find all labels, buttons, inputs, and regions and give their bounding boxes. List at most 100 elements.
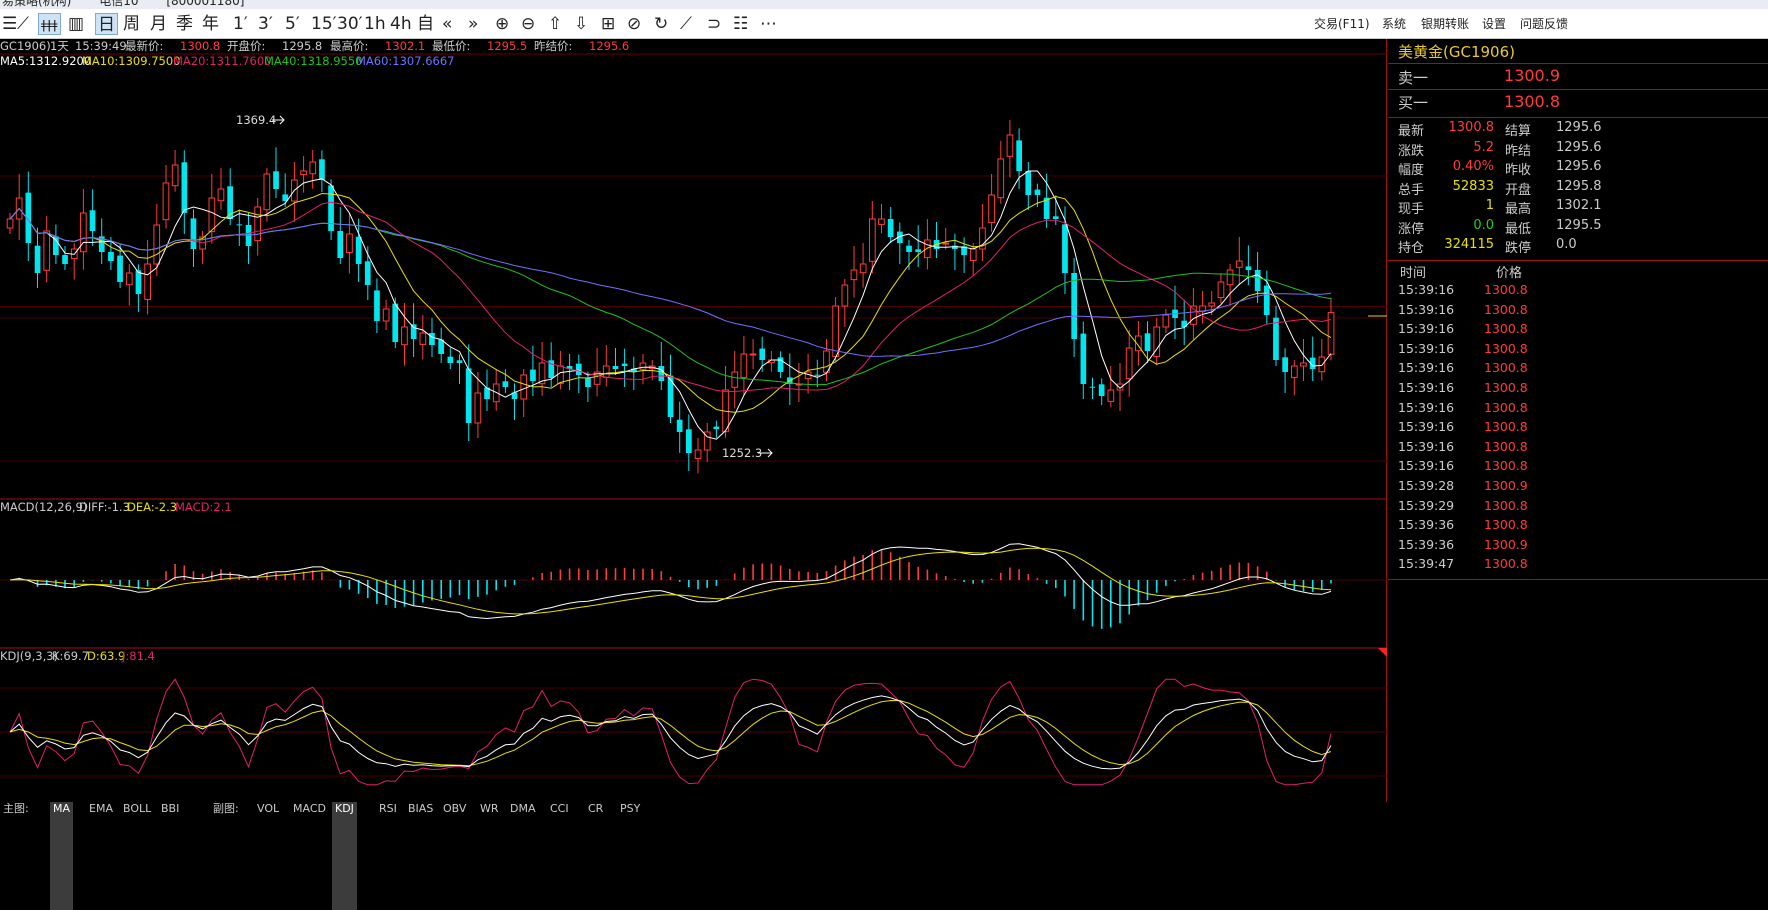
scroll-right-icon[interactable]: » bbox=[466, 13, 480, 35]
account-id: [800001180] bbox=[166, 0, 245, 8]
tick-price: 1300.8 bbox=[1484, 419, 1528, 435]
candle-body bbox=[429, 333, 435, 345]
sub-tab-psy[interactable]: PSY bbox=[617, 802, 643, 910]
sub-tab-rsi[interactable]: RSI bbox=[376, 802, 400, 910]
line-chart-icon[interactable]: ⟋ bbox=[15, 13, 31, 35]
candle-body bbox=[217, 188, 225, 202]
stat-value2-3: 1295.8 bbox=[1556, 178, 1602, 194]
kline-chart-area[interactable]: GC1906) 1天 15:39:49 最新价: 1300.8 开盘价: 129… bbox=[0, 39, 1387, 802]
settings-menu[interactable]: 设置 bbox=[1482, 15, 1506, 32]
ma60-legend: MA60:1307.6667 bbox=[356, 54, 455, 68]
table-icon[interactable]: ⊞ bbox=[599, 13, 617, 35]
stat-label2-2: 昨收 bbox=[1505, 163, 1532, 178]
arrow-down-icon[interactable]: ⇩ bbox=[572, 13, 590, 35]
candle-body bbox=[337, 231, 344, 258]
feedback-menu[interactable]: 问题反馈 bbox=[1520, 15, 1568, 32]
candle-body bbox=[612, 366, 619, 369]
period-tab-9[interactable]: 30′ bbox=[335, 13, 365, 35]
stat-label2-5: 最低 bbox=[1505, 221, 1532, 237]
candle-body bbox=[502, 381, 509, 387]
candle-body bbox=[1327, 312, 1335, 355]
period-tab-6[interactable]: 3′ bbox=[256, 13, 275, 35]
kline-chart[interactable]: GC1906) 1天 15:39:49 最新价: 1300.8 开盘价: 129… bbox=[0, 39, 1387, 802]
period-tab-1[interactable]: 周 bbox=[121, 13, 142, 35]
bar-chart-icon[interactable]: ▥ bbox=[66, 13, 86, 35]
candle-body bbox=[162, 182, 170, 221]
indicator-icon[interactable]: ☷ bbox=[731, 13, 750, 35]
draw-line-icon[interactable]: ⟋ bbox=[678, 13, 694, 35]
system-menu[interactable]: 系统 bbox=[1382, 15, 1406, 32]
zoom-in-icon[interactable]: ⊕ bbox=[493, 13, 511, 35]
candle-body bbox=[1025, 171, 1032, 195]
sub-tab-wr[interactable]: WR bbox=[477, 802, 502, 910]
stat-value-1: 5.2 bbox=[1473, 139, 1494, 155]
sub-tab-macd[interactable]: MACD bbox=[290, 802, 329, 910]
quote-symbol-name: 美黄金(GC1906) bbox=[1398, 43, 1515, 61]
refresh-icon[interactable]: ↻ bbox=[652, 13, 670, 35]
candle-body bbox=[658, 366, 665, 381]
candle-body bbox=[319, 159, 325, 180]
bank-transfer-menu[interactable]: 银期转账 bbox=[1421, 15, 1469, 32]
candle-body bbox=[832, 305, 839, 357]
candle-body bbox=[878, 218, 885, 225]
candle-body bbox=[915, 249, 921, 252]
sub-tab-cci[interactable]: CCI bbox=[547, 802, 572, 910]
period-tab-11[interactable]: 4h bbox=[388, 13, 414, 35]
tick-price: 1300.8 bbox=[1484, 321, 1528, 337]
stat-label2-1: 昨结 bbox=[1505, 143, 1532, 159]
main-tab-bbi[interactable]: BBI bbox=[158, 802, 182, 910]
candle-body bbox=[236, 224, 243, 226]
trade-menu[interactable]: 交易(F11) bbox=[1314, 15, 1370, 32]
stat-value-2: 0.40% bbox=[1452, 159, 1494, 174]
tick-price: 1300.8 bbox=[1484, 497, 1528, 513]
main-tab-ema[interactable]: EMA bbox=[86, 802, 116, 910]
candle-body bbox=[557, 365, 564, 384]
tick-price: 1300.9 bbox=[1484, 536, 1528, 552]
header-prev: 1295.6 bbox=[589, 39, 629, 53]
tick-time: 15:39:47 bbox=[1398, 556, 1455, 572]
compass-icon[interactable]: ⊘ bbox=[625, 13, 643, 35]
sub-tab-cr[interactable]: CR bbox=[585, 802, 606, 910]
scroll-left-icon[interactable]: « bbox=[440, 13, 454, 35]
period-tab-3[interactable]: 季 bbox=[174, 13, 195, 35]
period-tab-12[interactable]: 自 bbox=[415, 13, 436, 35]
more-icon[interactable]: ⋯ bbox=[758, 13, 779, 35]
candle-body bbox=[208, 197, 216, 233]
arrow-up-icon[interactable]: ⇧ bbox=[546, 13, 564, 35]
header-symbol: GC1906) bbox=[0, 39, 51, 53]
candles-layer bbox=[0, 120, 1387, 474]
sub-tab-vol[interactable]: VOL bbox=[254, 802, 282, 910]
header-open: 1295.8 bbox=[282, 39, 322, 53]
stat-label-5: 涨停 bbox=[1398, 221, 1425, 237]
curve-icon[interactable]: ⊃ bbox=[705, 13, 723, 35]
sub-tab-kdj[interactable]: KDJ bbox=[332, 802, 357, 910]
candle-body bbox=[43, 230, 51, 271]
candle-body bbox=[108, 252, 114, 261]
candlestick-icon[interactable]: ǂǂǂ bbox=[38, 13, 61, 35]
period-tab-5[interactable]: 1′ bbox=[231, 13, 250, 35]
tick-time-header: 时间 bbox=[1400, 266, 1427, 281]
period-tab-10[interactable]: 1h bbox=[362, 13, 388, 35]
period-tab-4[interactable]: 年 bbox=[200, 13, 221, 35]
sub-tab-bias[interactable]: BIAS bbox=[405, 802, 436, 910]
sub-tab-dma[interactable]: DMA bbox=[507, 802, 539, 910]
sub-tab-obv[interactable]: OBV bbox=[440, 802, 469, 910]
main-tab-ma[interactable]: MA bbox=[50, 802, 74, 910]
high-marker-label: 1369.4 bbox=[236, 113, 276, 127]
candle-body bbox=[694, 449, 702, 459]
candle-body bbox=[190, 218, 197, 249]
period-tab-7[interactable]: 5′ bbox=[283, 13, 302, 35]
header-open-label: 开盘价: bbox=[227, 39, 265, 53]
low-marker-label: 1252.3 bbox=[722, 446, 762, 460]
candle-body bbox=[34, 245, 41, 273]
candle-body bbox=[942, 242, 950, 245]
tick-time: 15:39:16 bbox=[1398, 399, 1455, 415]
tick-time: 15:39:36 bbox=[1398, 536, 1455, 552]
period-tab-0[interactable]: 日 bbox=[95, 13, 118, 35]
zoom-out-icon[interactable]: ⊖ bbox=[519, 13, 537, 35]
header-prev-label: 昨结价: bbox=[534, 39, 572, 53]
period-tab-2[interactable]: 月 bbox=[148, 13, 169, 35]
candle-body bbox=[1098, 384, 1105, 396]
candle-body bbox=[814, 374, 821, 376]
main-tab-boll[interactable]: BOLL bbox=[120, 802, 154, 910]
